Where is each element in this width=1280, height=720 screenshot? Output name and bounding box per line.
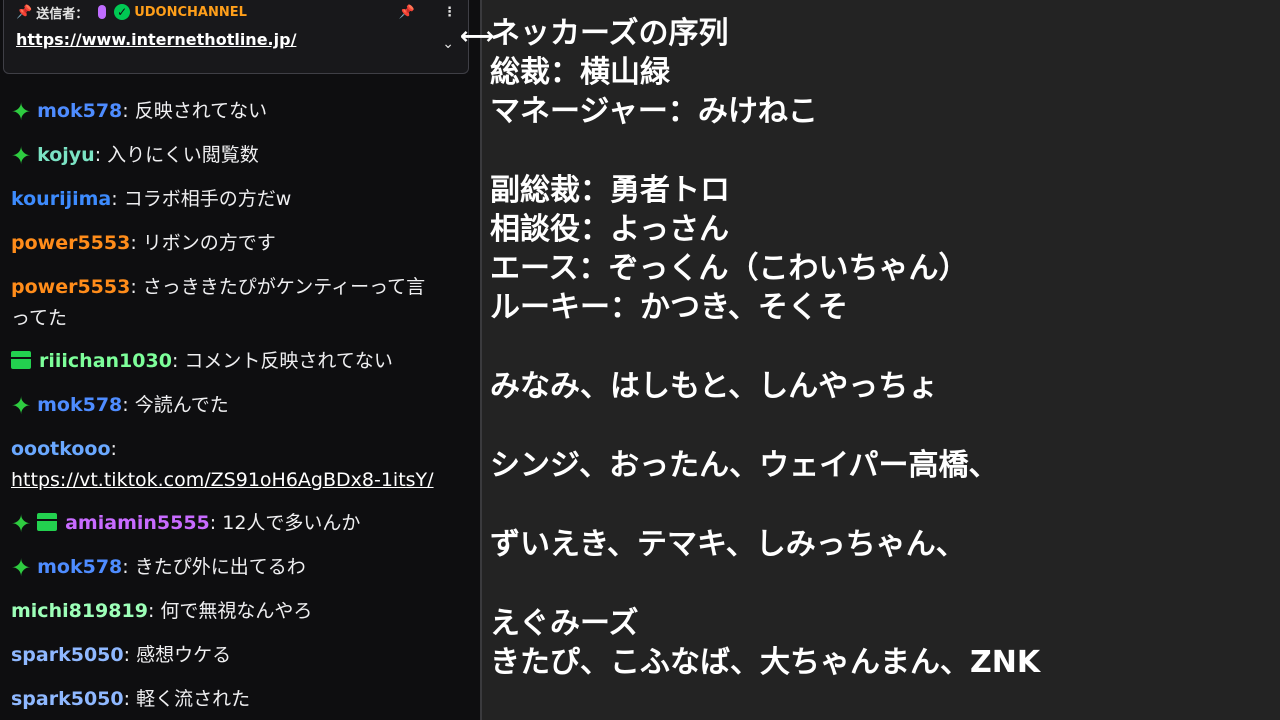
stream-text-line: 相談役：よっさん bbox=[490, 212, 730, 247]
colon-separator: : bbox=[209, 512, 223, 534]
sparkle-badge-icon[interactable]: ✦ bbox=[11, 391, 31, 422]
mic-badge-icon bbox=[98, 5, 107, 19]
chat-text: 反映されてない bbox=[134, 100, 268, 122]
colon-separator: : bbox=[122, 100, 135, 122]
stream-text-line: ネッカーズの序列 bbox=[490, 16, 729, 51]
chat-message: oootkooo: https://vt.tiktok.com/ZS91oH6A… bbox=[11, 434, 458, 496]
chat-text: 感想ウケる bbox=[136, 644, 232, 666]
chat-username[interactable]: amiamin5555 bbox=[65, 512, 210, 534]
unpin-icon[interactable]: 📌 bbox=[399, 5, 415, 20]
chat-text: さっききたぴがケンティーって言 bbox=[142, 276, 426, 298]
chat-message: kourijima: コラボ相手の方だw bbox=[11, 184, 458, 215]
sender-label: 送信者： bbox=[36, 6, 89, 22]
sparkle-badge-icon[interactable]: ✦ bbox=[11, 97, 31, 128]
pin-icon: 📌 bbox=[16, 4, 33, 20]
sparkle-badge-icon[interactable]: ✦ bbox=[11, 141, 31, 172]
chat-panel: ✦ mok578: 反映されてない ✦ kojyu: 入りにくい閲覧数 kourijim… bbox=[0, 0, 480, 720]
stream-view: ネッカーズの序列 総裁：横山緑マネージャー：みけねこ 副総裁：勇者トロ 相談役：よっさ… bbox=[490, 0, 1270, 720]
chat-text-continued: ってた bbox=[11, 307, 68, 329]
stream-text-line: きたぴ、こふなば、大ちゃんまん、ZNK bbox=[490, 645, 1041, 680]
chat-message: ✦ mok578: きたぴ外に出てるわ bbox=[11, 552, 458, 584]
chat-username[interactable]: kojyu bbox=[37, 144, 95, 166]
chat-text: リボンの方です bbox=[142, 232, 276, 254]
chat-text: きたぴ外に出てるわ bbox=[134, 556, 306, 578]
chat-message: power5553: さっききたぴがケンティーって言ってた bbox=[11, 272, 458, 334]
chat-username[interactable]: power5553 bbox=[11, 232, 130, 254]
colon-separator: : bbox=[147, 600, 161, 622]
chat-username[interactable]: spark5050 bbox=[11, 644, 124, 666]
colon-separator: : bbox=[130, 276, 143, 298]
sparkle-badge-icon[interactable]: ✦ bbox=[11, 509, 31, 540]
chat-username[interactable]: kourijima bbox=[11, 188, 111, 210]
chat-text: 12人で多いんか bbox=[222, 512, 361, 534]
pinned-header: 📌 送信者： ✓ UDONCHANNEL 📌 ⋮ bbox=[16, 3, 456, 22]
panel-divider[interactable] bbox=[480, 0, 482, 720]
chat-username[interactable]: mok578 bbox=[37, 556, 122, 578]
chat-message: ✦ mok578: 反映されてない bbox=[11, 96, 458, 128]
chat-message: spark5050: 感想ウケる bbox=[11, 640, 458, 671]
chat-message: ✦ amiamin5555: 12人で多いんか bbox=[11, 508, 458, 540]
gift-badge-icon[interactable] bbox=[11, 351, 31, 369]
chat-username[interactable]: mok578 bbox=[37, 394, 122, 416]
chat-username[interactable]: spark5050 bbox=[11, 688, 124, 710]
stream-text-line: みなみ、はしもと、しんやっちょ bbox=[490, 369, 939, 404]
colon-separator: : bbox=[122, 394, 135, 416]
stream-text-line: 副総裁：勇者トロ bbox=[490, 173, 730, 208]
chat-message: riiichan1030: コメント反映されてない bbox=[11, 346, 458, 377]
gift-badge-icon[interactable] bbox=[37, 513, 58, 531]
stream-text-line: ずいえき、テマキ、しみっちゃん、 bbox=[490, 527, 966, 562]
chat-text: コメント反映されてない bbox=[184, 350, 393, 372]
chat-username[interactable]: riiichan1030 bbox=[39, 350, 172, 372]
stream-text-line: シンジ、おったん、ウェイパー高橋、 bbox=[490, 448, 999, 483]
pinned-message[interactable]: 📌 送信者： ✓ UDONCHANNEL 📌 ⋮ https://www.int… bbox=[3, 0, 469, 74]
chat-username[interactable]: power5553 bbox=[11, 276, 130, 298]
chat-message: power5553: リボンの方です bbox=[11, 228, 458, 259]
colon-separator: : bbox=[110, 438, 117, 460]
chevron-down-icon[interactable]: ⌄ bbox=[442, 36, 454, 52]
more-options-icon[interactable]: ⋮ bbox=[443, 5, 456, 20]
colon-separator: : bbox=[171, 350, 185, 372]
chat-username[interactable]: mok578 bbox=[37, 100, 122, 122]
stream-text-line: マネージャー：みけねこ bbox=[490, 94, 818, 129]
chat-text: 今読んでた bbox=[134, 394, 229, 416]
chat-username[interactable]: oootkooo bbox=[11, 438, 111, 460]
stream-text-line: エース：ぞっくん（こわいちゃん） bbox=[490, 251, 969, 286]
stream-text-line: ルーキー：かつき、そくそ bbox=[490, 290, 848, 325]
chat-text: コラボ相手の方だw bbox=[123, 188, 292, 210]
colon-separator: : bbox=[130, 232, 143, 254]
resize-handle-icon[interactable]: ⟷ bbox=[460, 22, 494, 50]
chat-message: ✦ mok578: 今読んでた bbox=[11, 390, 458, 422]
stream-text-line: 総裁：横山緑 bbox=[490, 55, 670, 90]
chat-text: 何で無視なんやろ bbox=[160, 600, 313, 622]
colon-separator: : bbox=[94, 144, 108, 166]
stream-text-line: えぐみーズ bbox=[490, 606, 639, 641]
colon-separator: : bbox=[111, 188, 124, 210]
colon-separator: : bbox=[123, 644, 137, 666]
chat-link[interactable]: https://vt.tiktok.com/ZS91oH6AgBDx8-1its… bbox=[11, 469, 434, 491]
chat-username[interactable]: michi819819 bbox=[11, 600, 148, 622]
colon-separator: : bbox=[122, 556, 135, 578]
channel-name[interactable]: UDONCHANNEL bbox=[134, 5, 247, 20]
pinned-link[interactable]: https://www.internethotline.jp/ bbox=[16, 30, 296, 49]
chat-text: 軽く流された bbox=[136, 688, 251, 710]
colon-separator: : bbox=[123, 688, 137, 710]
verified-badge-icon: ✓ bbox=[114, 4, 131, 20]
chat-message: ✦ kojyu: 入りにくい閲覧数 bbox=[11, 140, 458, 172]
chat-message: michi819819: 何で無視なんやろ bbox=[11, 596, 458, 627]
chat-text: 入りにくい閲覧数 bbox=[107, 144, 259, 166]
chat-message: spark5050: 軽く流された bbox=[11, 684, 458, 715]
sparkle-badge-icon[interactable]: ✦ bbox=[11, 553, 31, 584]
